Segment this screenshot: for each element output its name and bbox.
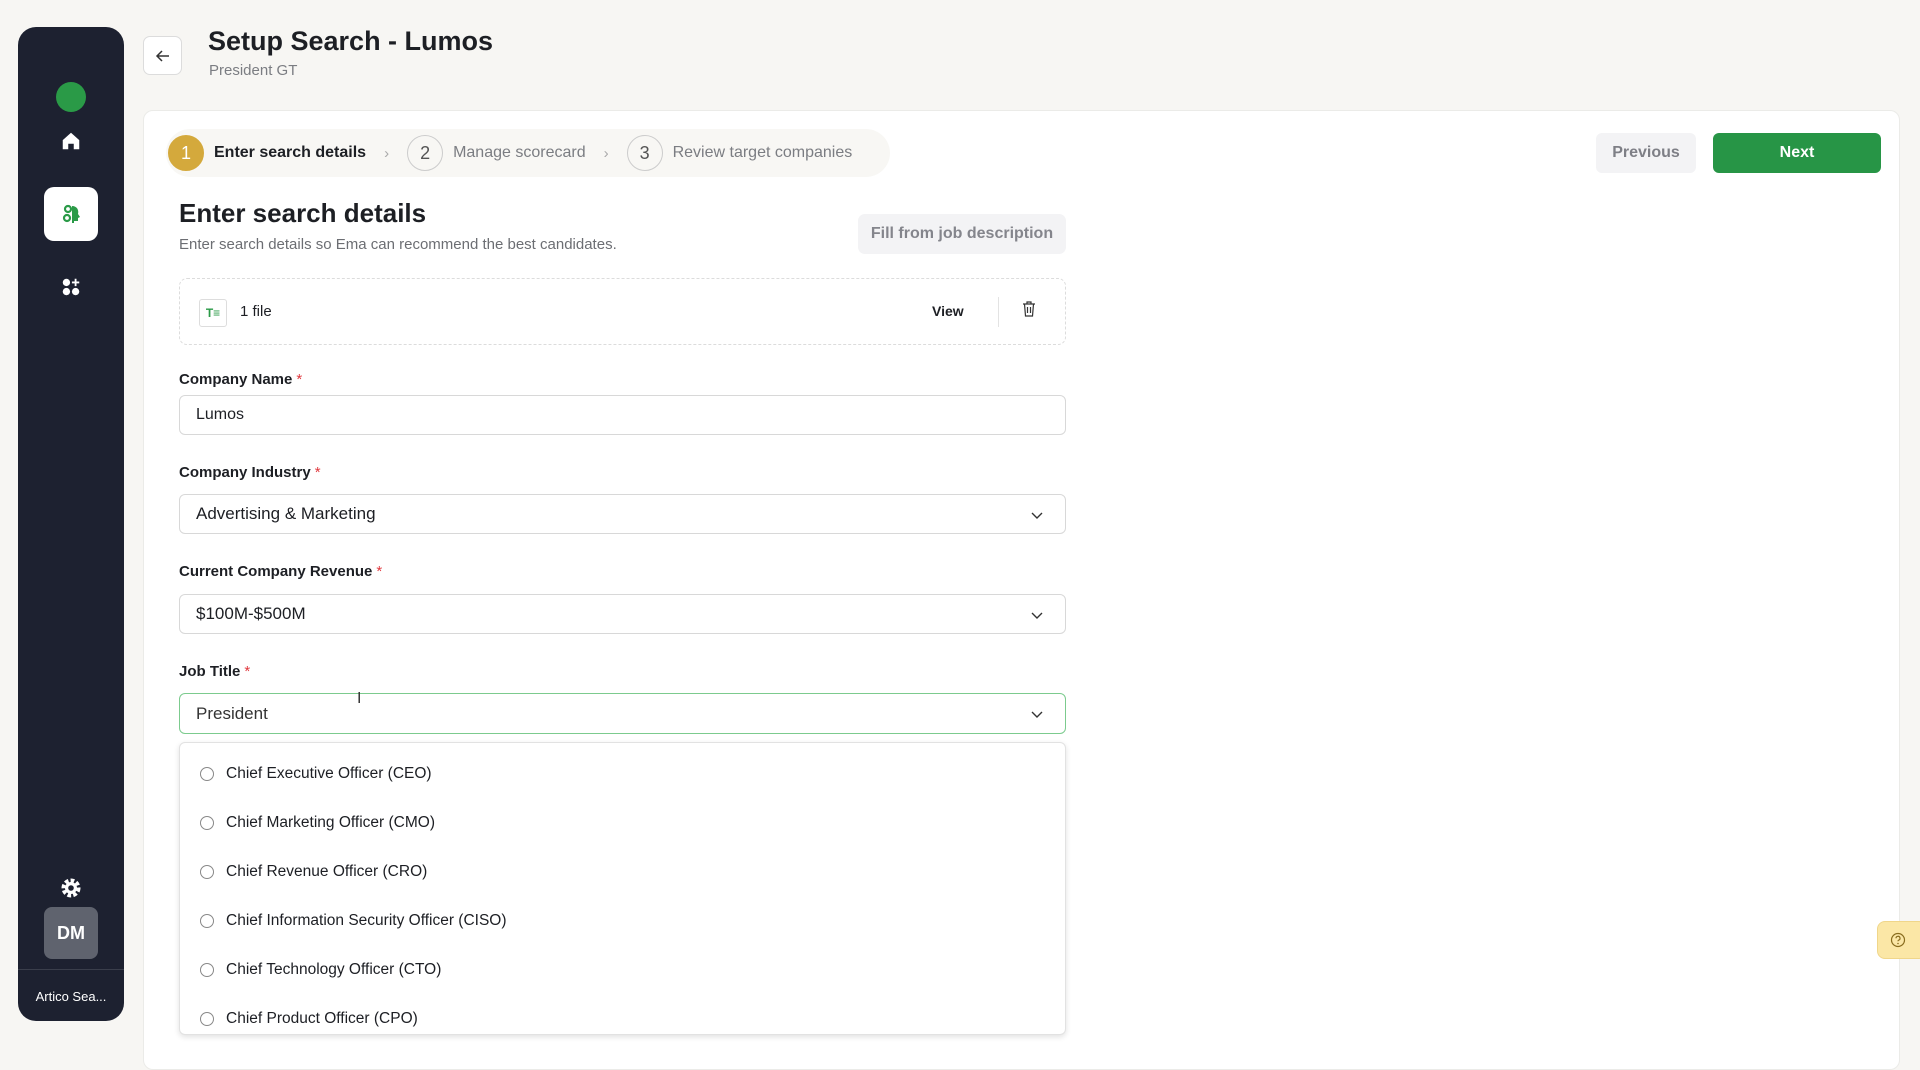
search-agent-icon[interactable] (44, 187, 98, 241)
question-circle-icon (1890, 932, 1906, 948)
company-revenue-select[interactable]: $100M-$500M (179, 594, 1066, 634)
stepper: 1 Enter search details › 2 Manage scorec… (166, 129, 890, 177)
step-2-label[interactable]: Manage scorecard (453, 144, 586, 162)
job-title-option[interactable]: Chief Executive Officer (CEO) (200, 765, 432, 783)
add-apps-icon[interactable] (44, 260, 98, 314)
help-button[interactable] (1877, 921, 1920, 959)
job-title-dropdown: Chief Executive Officer (CEO) Chief Mark… (179, 742, 1066, 1035)
page-subtitle: President GT (209, 62, 297, 79)
logo-icon[interactable] (56, 82, 86, 112)
chevron-right-icon: › (384, 145, 389, 162)
file-count: 1 file (240, 303, 272, 320)
page-title: Setup Search - Lumos (208, 26, 493, 57)
job-title-combobox[interactable]: President (179, 693, 1066, 734)
company-name-label: Company Name* (179, 371, 302, 388)
job-title-option[interactable]: Chief Technology Officer (CTO) (200, 961, 441, 979)
company-industry-select[interactable]: Advertising & Marketing (179, 494, 1066, 534)
radio-icon[interactable] (200, 963, 214, 977)
radio-icon[interactable] (200, 816, 214, 830)
radio-icon[interactable] (200, 914, 214, 928)
company-name-input[interactable]: Lumos (179, 395, 1066, 435)
step-3-number[interactable]: 3 (627, 135, 663, 171)
step-1-label[interactable]: Enter search details (214, 144, 366, 162)
text-cursor-icon: I (357, 690, 361, 708)
job-title-label: Job Title* (179, 663, 250, 680)
job-title-option[interactable]: Chief Marketing Officer (CMO) (200, 814, 435, 832)
chevron-down-icon (1029, 706, 1045, 722)
divider (998, 297, 999, 327)
step-1-number[interactable]: 1 (168, 135, 204, 171)
avatar[interactable]: DM (44, 907, 98, 959)
chevron-down-icon (1029, 607, 1045, 623)
next-button[interactable]: Next (1713, 133, 1881, 173)
chevron-down-icon (1029, 507, 1045, 523)
radio-icon[interactable] (200, 865, 214, 879)
section-heading: Enter search details (179, 198, 426, 229)
job-title-option[interactable]: Chief Product Officer (CPO) (200, 1010, 418, 1028)
home-icon[interactable] (44, 114, 98, 168)
radio-icon[interactable] (200, 767, 214, 781)
section-description: Enter search details so Ema can recommen… (179, 236, 617, 253)
fill-from-job-description-button[interactable]: Fill from job description (858, 214, 1066, 254)
previous-button[interactable]: Previous (1596, 133, 1696, 173)
document-icon: T≡ (199, 299, 227, 327)
sidebar-divider (18, 969, 124, 970)
chevron-right-icon: › (604, 145, 609, 162)
sidebar: DM Artico Sea... (18, 27, 124, 1021)
job-title-option[interactable]: Chief Revenue Officer (CRO) (200, 863, 427, 881)
arrow-left-icon (155, 48, 171, 64)
trash-icon[interactable] (1022, 301, 1036, 317)
org-name[interactable]: Artico Sea... (18, 989, 124, 1004)
radio-icon[interactable] (200, 1012, 214, 1026)
step-2-number[interactable]: 2 (407, 135, 443, 171)
company-revenue-label: Current Company Revenue* (179, 563, 382, 580)
file-attachment: T≡ 1 file View (179, 278, 1066, 345)
back-button[interactable] (143, 36, 182, 75)
step-3-label[interactable]: Review target companies (673, 144, 853, 162)
job-title-option[interactable]: Chief Information Security Officer (CISO… (200, 912, 507, 930)
view-file-button[interactable]: View (932, 303, 964, 319)
company-industry-label: Company Industry* (179, 464, 321, 481)
